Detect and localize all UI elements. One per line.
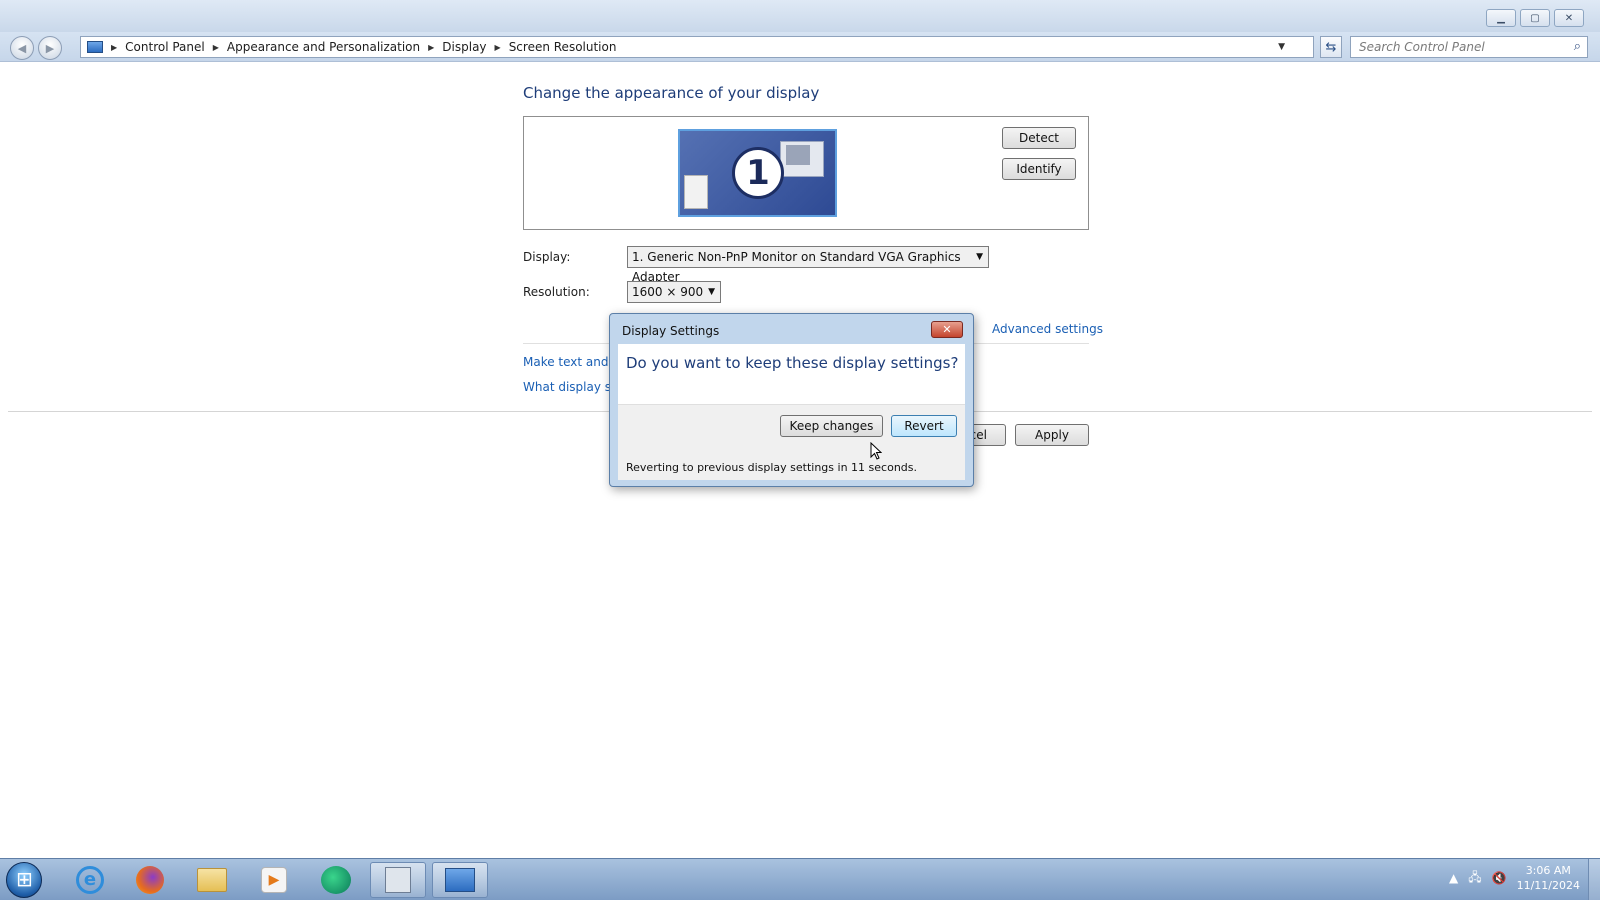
address-dropdown-icon[interactable]: ▼ bbox=[1278, 42, 1285, 52]
breadcrumb-separator-icon[interactable]: ▶ bbox=[428, 43, 434, 52]
close-icon[interactable]: ✕ bbox=[1554, 9, 1584, 27]
advanced-settings-link[interactable]: Advanced settings bbox=[992, 322, 1103, 336]
forward-arrow-icon: ▶ bbox=[45, 41, 55, 55]
dialog-body: Do you want to keep these display settin… bbox=[618, 344, 965, 480]
internet-explorer-icon: e bbox=[76, 866, 104, 894]
show-hidden-icons-icon[interactable]: ▲ bbox=[1449, 871, 1458, 885]
clock-time: 3:06 AM bbox=[1525, 864, 1571, 877]
revert-countdown-text: Reverting to previous display settings i… bbox=[626, 461, 917, 474]
dialog-question: Do you want to keep these display settin… bbox=[626, 354, 959, 372]
taskbar-internet-explorer[interactable]: e bbox=[62, 862, 118, 898]
volume-muted-icon[interactable]: 🔇 bbox=[1492, 871, 1507, 885]
resolution-label: Resolution: bbox=[523, 285, 590, 299]
taskbar-firefox[interactable] bbox=[122, 862, 178, 898]
clock[interactable]: 3:06 AM 11/11/2024 bbox=[1517, 863, 1580, 893]
firefox-icon bbox=[136, 866, 164, 894]
system-tray: ▲ 🖧 🔇 3:06 AM 11/11/2024 bbox=[1449, 863, 1580, 893]
page-title: Change the appearance of your display bbox=[523, 84, 820, 102]
breadcrumb-display[interactable]: Display bbox=[442, 40, 486, 54]
mini-document-graphic bbox=[684, 175, 708, 209]
revert-button[interactable]: Revert bbox=[891, 415, 957, 437]
breadcrumb-screen-resolution[interactable]: Screen Resolution bbox=[509, 40, 617, 54]
control-panel-icon bbox=[87, 41, 103, 53]
back-button[interactable]: ◀ bbox=[10, 36, 34, 60]
taskbar-control-panel[interactable] bbox=[432, 862, 488, 898]
address-row: ◀ ▶ ▶ Control Panel ▶ Appearance and Per… bbox=[0, 32, 1600, 62]
dropdown-arrow-icon: ▼ bbox=[976, 252, 983, 262]
forward-button[interactable]: ▶ bbox=[38, 36, 62, 60]
taskbar-display-settings[interactable] bbox=[370, 862, 426, 898]
resolution-select[interactable]: 1600 × 900 ▼ bbox=[627, 281, 721, 303]
display-settings-dialog: Display Settings ✕ Do you want to keep t… bbox=[609, 313, 974, 487]
monitor-number: 1 bbox=[732, 147, 784, 199]
display-select[interactable]: 1. Generic Non-PnP Monitor on Standard V… bbox=[627, 246, 989, 284]
mouse-cursor-icon bbox=[870, 442, 882, 460]
display-settings-icon bbox=[385, 867, 411, 893]
back-arrow-icon: ◀ bbox=[17, 41, 27, 55]
refresh-button[interactable]: ⇆ bbox=[1320, 36, 1342, 58]
dialog-button-band: Keep changes Revert Reverting to previou… bbox=[618, 404, 965, 480]
show-desktop-button[interactable] bbox=[1588, 859, 1600, 900]
identify-button[interactable]: Identify bbox=[1002, 158, 1076, 180]
search-placeholder: Search Control Panel bbox=[1359, 40, 1485, 54]
address-bar[interactable]: ▶ Control Panel ▶ Appearance and Persona… bbox=[80, 36, 1314, 58]
minimize-icon[interactable]: ▁ bbox=[1486, 9, 1516, 27]
taskbar: e ▶ ▲ 🖧 🔇 3:06 AM 11/11/2024 bbox=[0, 858, 1600, 900]
chat-app-icon bbox=[321, 866, 351, 894]
apply-button[interactable]: Apply bbox=[1015, 424, 1089, 446]
folder-icon bbox=[197, 868, 227, 892]
dialog-close-icon[interactable]: ✕ bbox=[931, 321, 963, 338]
refresh-icon: ⇆ bbox=[1325, 39, 1337, 55]
breadcrumb-separator-icon[interactable]: ▶ bbox=[495, 43, 501, 52]
detect-button[interactable]: Detect bbox=[1002, 127, 1076, 149]
breadcrumb-control-panel[interactable]: Control Panel bbox=[125, 40, 205, 54]
control-panel-icon bbox=[445, 868, 475, 892]
display-label: Display: bbox=[523, 250, 571, 264]
search-input[interactable]: Search Control Panel ⌕ bbox=[1350, 36, 1588, 58]
clock-date: 11/11/2024 bbox=[1516, 879, 1580, 892]
keep-changes-button[interactable]: Keep changes bbox=[780, 415, 883, 437]
taskbar-media-player[interactable]: ▶ bbox=[246, 862, 302, 898]
mini-window-inner-graphic bbox=[786, 145, 810, 165]
breadcrumb-appearance[interactable]: Appearance and Personalization bbox=[227, 40, 420, 54]
dropdown-arrow-icon: ▼ bbox=[708, 287, 715, 297]
search-icon[interactable]: ⌕ bbox=[1574, 39, 1581, 54]
media-player-icon: ▶ bbox=[261, 867, 287, 893]
monitor-preview: 1 Detect Identify bbox=[523, 116, 1089, 230]
resolution-select-value: 1600 × 900 bbox=[632, 285, 704, 299]
start-button[interactable] bbox=[6, 862, 42, 898]
breadcrumb-separator-icon[interactable]: ▶ bbox=[213, 43, 219, 52]
maximize-icon[interactable]: ▢ bbox=[1520, 9, 1550, 27]
window-titlebar: ▁ ▢ ✕ bbox=[0, 0, 1600, 32]
taskbar-chat-app[interactable] bbox=[308, 862, 364, 898]
monitor-1-icon[interactable]: 1 bbox=[678, 129, 837, 217]
network-icon[interactable]: 🖧 bbox=[1468, 868, 1481, 889]
taskbar-explorer[interactable] bbox=[184, 862, 240, 898]
breadcrumb-separator-icon: ▶ bbox=[111, 42, 118, 52]
dialog-title: Display Settings bbox=[622, 324, 720, 338]
window-controls: ▁ ▢ ✕ bbox=[1486, 9, 1584, 27]
